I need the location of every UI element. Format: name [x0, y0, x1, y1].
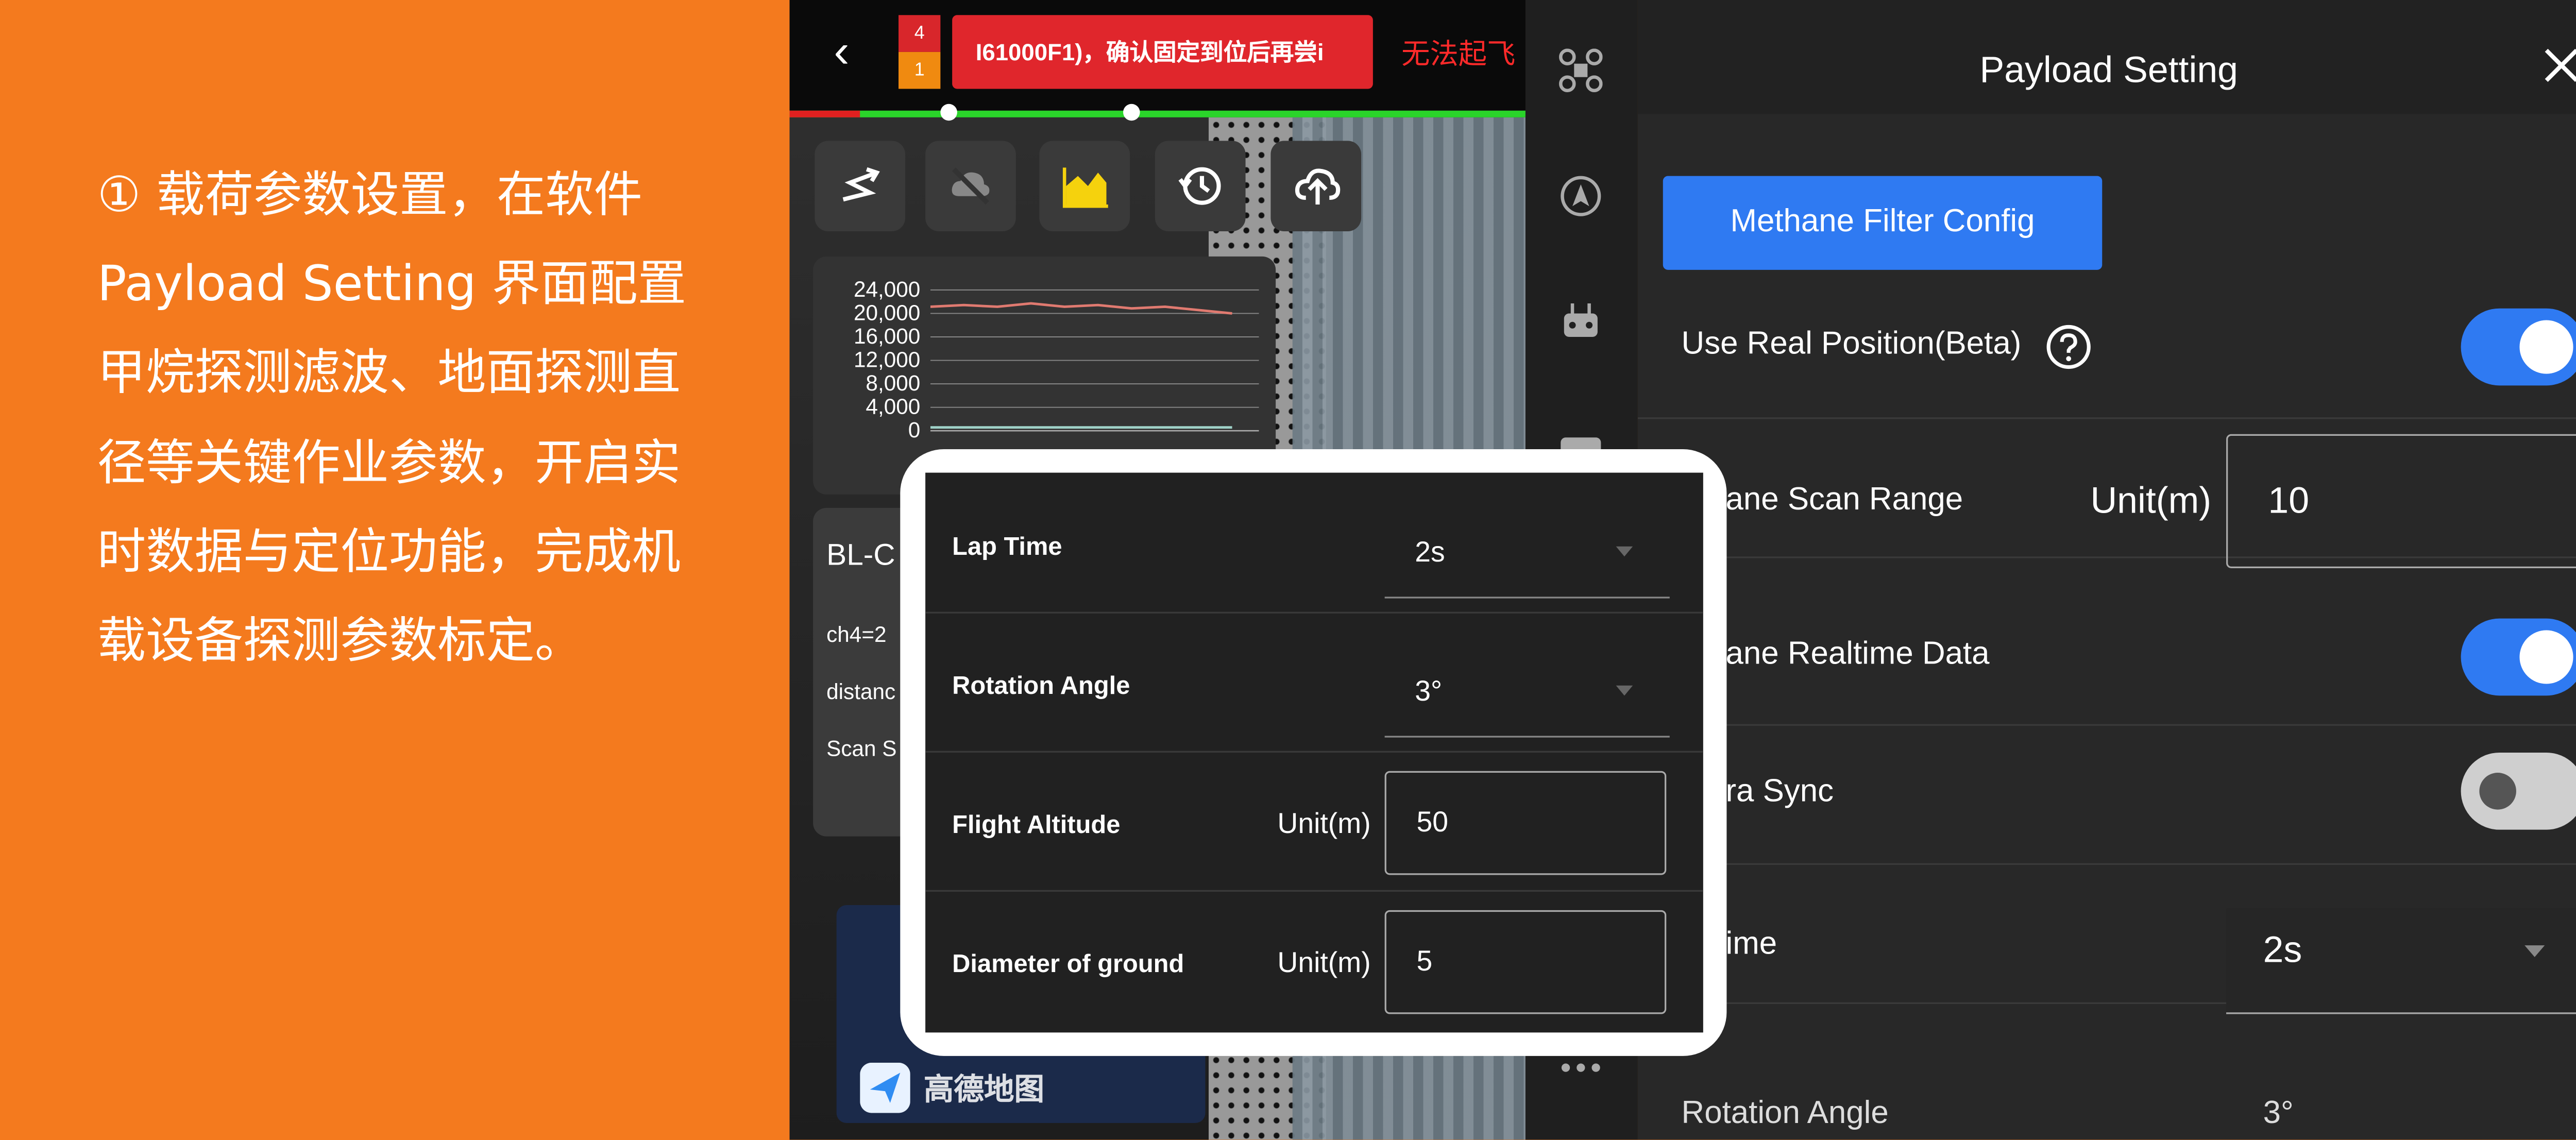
- ground-diameter-row: Diameter of ground Unit(m) 5: [925, 890, 1703, 1029]
- rotation-angle-row: Rotation Angle 3°: [925, 612, 1703, 753]
- caption-line: 径等关键作业参数，开启实: [97, 433, 681, 491]
- battery-bar-low: [789, 110, 860, 117]
- zoom-callout: Lap Time 2s Rotation Angle 3° Flight Alt…: [900, 449, 1727, 1056]
- chart-tool-button[interactable]: [1039, 141, 1130, 232]
- ch4-readout: ch4=2: [826, 622, 887, 647]
- battery-bar: [789, 110, 1526, 117]
- realtime-data-toggle[interactable]: [2461, 618, 2576, 696]
- y-tick-label: 0: [908, 417, 921, 443]
- drone-icon: [1559, 48, 1603, 92]
- lap-time-value: 2s: [2263, 928, 2302, 971]
- slide: ① 载荷参数设置，在软件 Payload Setting 界面配置 甲烷探测滤波…: [0, 0, 2576, 1140]
- battery-marker: [1123, 104, 1140, 121]
- cloud-off-button[interactable]: [925, 141, 1016, 232]
- chevron-down-icon: [1616, 685, 1633, 696]
- y-tick-label: 4,000: [866, 394, 921, 419]
- map-logo-icon: [860, 1062, 910, 1113]
- lap-time-select[interactable]: 2s: [1384, 513, 1670, 599]
- y-tick-label: 24,000: [853, 276, 921, 302]
- rotation-angle-label: Rotation Angle: [952, 672, 1130, 701]
- error-count: 4: [899, 15, 941, 52]
- navigation-icon: [1561, 176, 1601, 216]
- ground-diameter-value: 5: [1416, 945, 1433, 977]
- ground-diameter-label: Diameter of ground: [952, 950, 1184, 979]
- close-icon[interactable]: [2540, 44, 2576, 88]
- history-icon: [1178, 167, 1221, 205]
- realtime-data-label: ethane Realtime Data: [1681, 637, 1990, 672]
- methane-filter-config-button[interactable]: Methane Filter Config: [1663, 176, 2103, 270]
- ground-diameter-unit: Unit(m): [1277, 947, 1371, 979]
- ground-diameter-input[interactable]: 5: [1384, 910, 1667, 1014]
- caption-line: 甲烷探测滤波、地面探测直: [97, 344, 681, 401]
- scan-range-row: ethane Scan Range Unit(m) 10: [1637, 417, 2576, 569]
- rotation-angle-label: Rotation Angle: [1681, 1096, 1889, 1132]
- cloud-upload-icon: [1295, 168, 1341, 205]
- map-provider-label: 高德地图: [923, 1073, 1045, 1107]
- chart-plot: [930, 289, 1259, 432]
- lap-time-value: 2s: [1415, 536, 1445, 569]
- toggle-knob: [2479, 773, 2516, 810]
- scan-range-input[interactable]: 10: [2226, 434, 2576, 569]
- scan-readout: Scan S: [826, 736, 897, 761]
- y-tick-label: 16,000: [853, 323, 921, 349]
- back-arrow-icon[interactable]: ‹: [820, 24, 863, 81]
- warning-count: 1: [899, 52, 941, 89]
- flight-altitude-label: Flight Altitude: [952, 811, 1121, 840]
- caption-line: ① 载荷参数设置，在软件: [97, 166, 642, 223]
- route-icon: [842, 167, 880, 202]
- lap-time-row: Lap Time 2s: [925, 473, 1703, 614]
- route-tool-button[interactable]: [815, 141, 906, 232]
- flight-altitude-unit: Unit(m): [1277, 808, 1371, 840]
- flight-altitude-input[interactable]: 50: [1384, 771, 1667, 875]
- history-button[interactable]: [1155, 141, 1246, 232]
- realtime-data-row: ethane Realtime Data: [1637, 585, 2576, 726]
- y-tick-label: 20,000: [853, 300, 921, 326]
- caption-line: 时数据与定位功能，完成机: [97, 522, 681, 580]
- takeoff-status: 无法起飞: [1401, 38, 1516, 71]
- warning-banner[interactable]: I61000F1)，确认固定到位后再尝i: [952, 15, 1373, 89]
- battery-marker: [940, 104, 957, 121]
- camera-sync-toggle[interactable]: [2461, 752, 2576, 830]
- distance-readout: distanc: [826, 678, 896, 704]
- caption-line: 载设备探测参数标定。: [97, 611, 584, 669]
- alert-count-badge[interactable]: 4 1: [899, 15, 941, 89]
- y-tick-label: 8,000: [866, 370, 921, 396]
- flight-altitude-value: 50: [1416, 806, 1449, 838]
- scan-range-value: 10: [2268, 479, 2310, 521]
- chevron-down-icon: [2524, 945, 2545, 957]
- rotation-angle-value: 3°: [2263, 1096, 2294, 1132]
- remote-controller-icon: [1564, 303, 1598, 337]
- area-chart-icon: [1062, 167, 1108, 208]
- caption-panel: ① 载荷参数设置，在软件 Payload Setting 界面配置 甲烷探测滤波…: [0, 0, 790, 1140]
- caption-line: Payload Setting 界面配置: [97, 255, 687, 312]
- y-tick-label: 12,000: [853, 347, 921, 372]
- camera-sync-row: mera Sync: [1637, 724, 2576, 865]
- toggle-knob: [2519, 630, 2573, 684]
- rotation-angle-value: 3°: [1415, 675, 1443, 708]
- help-icon[interactable]: [2045, 324, 2092, 370]
- use-real-position-toggle[interactable]: [2461, 308, 2576, 386]
- flight-altitude-row: Flight Altitude Unit(m) 50: [925, 751, 1703, 892]
- lap-time-label: Lap Time: [952, 533, 1062, 562]
- chevron-down-icon: [1616, 546, 1633, 557]
- panel-title: Payload Setting: [1979, 48, 2238, 91]
- caption-text: ① 载荷参数设置，在软件 Payload Setting 界面配置 甲烷探测滤波…: [97, 151, 734, 686]
- cloud-off-icon: [952, 167, 990, 205]
- lap-time-select[interactable]: 2s: [2226, 908, 2576, 1014]
- device-name: BL-C: [826, 538, 895, 572]
- upload-button[interactable]: [1270, 141, 1362, 232]
- scan-range-unit: Unit(m): [2090, 479, 2212, 521]
- rotation-angle-select[interactable]: 3°: [1384, 652, 1670, 738]
- payload-setting-panel: Payload Setting Methane Filter Config Us…: [1637, 0, 2576, 1140]
- use-real-position-row: Use Real Position(Beta): [1637, 278, 2576, 419]
- toggle-knob: [2519, 320, 2573, 374]
- lap-time-row: p Time 2s: [1637, 863, 2576, 1014]
- use-real-position-label: Use Real Position(Beta): [1681, 327, 2022, 362]
- zoom-callout-content: Lap Time 2s Rotation Angle 3° Flight Alt…: [925, 472, 1703, 1033]
